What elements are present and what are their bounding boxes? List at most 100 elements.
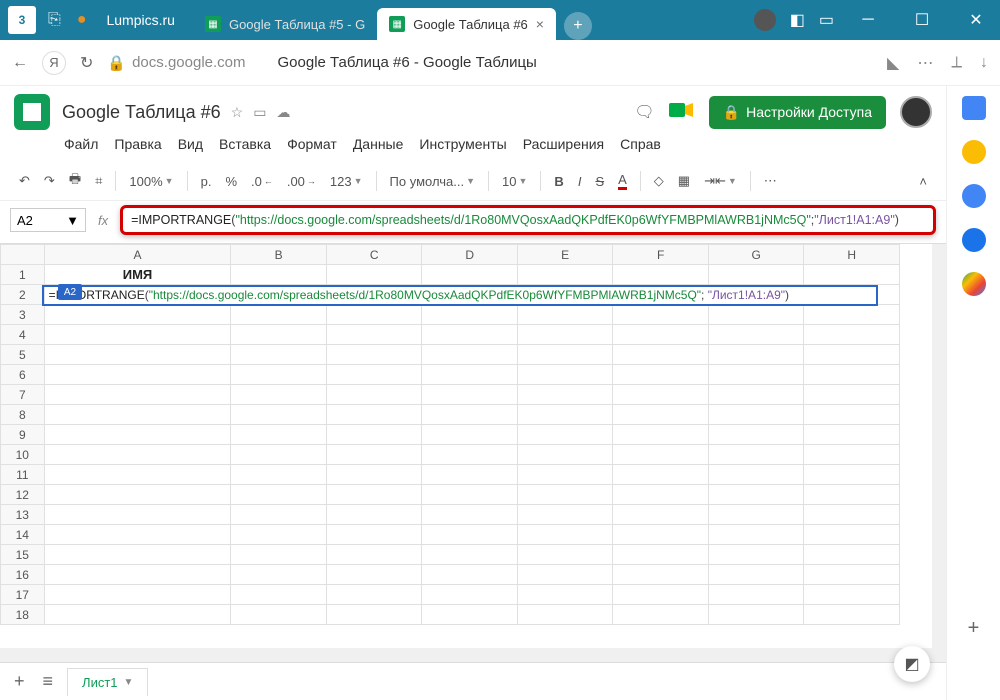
user-avatar[interactable] <box>900 96 932 128</box>
cell[interactable] <box>422 525 518 545</box>
cell[interactable] <box>517 585 613 605</box>
cell[interactable] <box>613 465 709 485</box>
explore-fab[interactable]: ◩ <box>894 646 930 682</box>
menu-view[interactable]: Вид <box>172 132 209 156</box>
cell[interactable] <box>613 385 709 405</box>
row-header-2[interactable]: 2 <box>1 285 45 305</box>
cell[interactable] <box>326 585 422 605</box>
star-icon[interactable]: ☆ <box>231 104 244 121</box>
row-header-1[interactable]: 1 <box>1 265 45 285</box>
cell[interactable] <box>326 505 422 525</box>
cell[interactable] <box>613 525 709 545</box>
cell[interactable] <box>44 505 231 525</box>
row-header[interactable]: 3 <box>1 305 45 325</box>
cell[interactable] <box>804 305 900 325</box>
all-sheets-button[interactable]: ≡ <box>39 667 58 696</box>
cell[interactable] <box>422 545 518 565</box>
grid-area[interactable]: A2 A B C D E F G H 1 ИМЯ <box>0 243 946 662</box>
increase-decimal-button[interactable]: .00→ <box>282 170 321 193</box>
cell[interactable] <box>804 525 900 545</box>
add-sheet-button[interactable]: + <box>10 667 29 696</box>
text-color-button[interactable]: A <box>613 168 632 194</box>
menu-help[interactable]: Справ <box>614 132 667 156</box>
cell[interactable] <box>326 425 422 445</box>
cell[interactable] <box>422 325 518 345</box>
borders-button[interactable]: ▦ <box>673 169 695 193</box>
row-header[interactable]: 18 <box>1 605 45 625</box>
cell[interactable] <box>326 405 422 425</box>
cell[interactable] <box>231 365 327 385</box>
cell[interactable] <box>804 365 900 385</box>
new-window-icon[interactable]: ⎘ <box>44 7 65 33</box>
cloud-icon[interactable]: ☁ <box>276 104 290 121</box>
menu-edit[interactable]: Правка <box>108 132 167 156</box>
cell[interactable] <box>231 565 327 585</box>
more-icon[interactable]: ⋯ <box>917 53 933 73</box>
row-header[interactable]: 10 <box>1 445 45 465</box>
menu-tools[interactable]: Инструменты <box>413 132 512 156</box>
font-select[interactable]: По умолча...▼ <box>385 170 480 193</box>
decrease-decimal-button[interactable]: .0← <box>246 170 278 193</box>
row-header[interactable]: 9 <box>1 425 45 445</box>
cell[interactable] <box>517 365 613 385</box>
cell[interactable] <box>517 325 613 345</box>
extensions-icon[interactable]: ⟂ <box>951 54 962 72</box>
cell[interactable] <box>326 365 422 385</box>
cell[interactable] <box>708 365 804 385</box>
cell[interactable] <box>44 305 231 325</box>
cell[interactable] <box>804 505 900 525</box>
cell[interactable] <box>231 445 327 465</box>
browser-panel-icon[interactable]: ◧ <box>790 10 805 30</box>
bold-button[interactable]: B <box>549 170 568 193</box>
col-header-A[interactable]: A <box>44 245 231 265</box>
cell[interactable] <box>422 465 518 485</box>
col-header-H[interactable]: H <box>804 245 900 265</box>
cell[interactable] <box>231 265 327 285</box>
cell[interactable] <box>517 405 613 425</box>
cell[interactable] <box>708 505 804 525</box>
chevron-down-icon[interactable]: ▼ <box>124 677 134 688</box>
cell[interactable] <box>44 565 231 585</box>
downloads-icon[interactable]: ↓ <box>980 54 988 72</box>
strike-button[interactable]: S <box>590 170 609 193</box>
cell[interactable] <box>708 325 804 345</box>
cell[interactable] <box>231 465 327 485</box>
cell[interactable] <box>708 605 804 625</box>
cell[interactable] <box>326 465 422 485</box>
cell[interactable] <box>708 405 804 425</box>
cell[interactable] <box>326 385 422 405</box>
cell[interactable] <box>613 345 709 365</box>
cell[interactable] <box>231 485 327 505</box>
cell[interactable] <box>44 365 231 385</box>
italic-button[interactable]: I <box>573 170 587 193</box>
col-header-C[interactable]: C <box>326 245 422 265</box>
cell[interactable] <box>708 305 804 325</box>
cell[interactable] <box>326 545 422 565</box>
row-header[interactable]: 4 <box>1 325 45 345</box>
cell[interactable] <box>326 305 422 325</box>
cell-A1[interactable]: ИМЯ <box>44 265 231 285</box>
cell[interactable] <box>231 305 327 325</box>
cell[interactable] <box>326 525 422 545</box>
cell[interactable] <box>231 325 327 345</box>
cell[interactable] <box>517 425 613 445</box>
font-size-select[interactable]: 10▼ <box>497 170 532 193</box>
cell[interactable] <box>613 605 709 625</box>
cell[interactable] <box>708 265 804 285</box>
row-header[interactable]: 6 <box>1 365 45 385</box>
doc-title[interactable]: Google Таблица #6 <box>62 102 221 123</box>
browser-panel2-icon[interactable]: ▭ <box>819 10 834 30</box>
window-close-button[interactable]: ✕ <box>956 0 996 40</box>
row-header[interactable]: 8 <box>1 405 45 425</box>
col-header-D[interactable]: D <box>422 245 518 265</box>
row-header[interactable]: 12 <box>1 485 45 505</box>
cell-A2[interactable]: =IMPORTRANGE("https://docs.google.com/sp… <box>44 285 899 305</box>
cell[interactable] <box>422 385 518 405</box>
cell[interactable] <box>517 525 613 545</box>
more-tools-button[interactable]: ⋯ <box>759 169 782 193</box>
cell[interactable] <box>517 505 613 525</box>
paint-format-button[interactable]: ⌗ <box>90 169 107 193</box>
col-header-E[interactable]: E <box>517 245 613 265</box>
cell[interactable] <box>804 345 900 365</box>
cell[interactable] <box>708 545 804 565</box>
